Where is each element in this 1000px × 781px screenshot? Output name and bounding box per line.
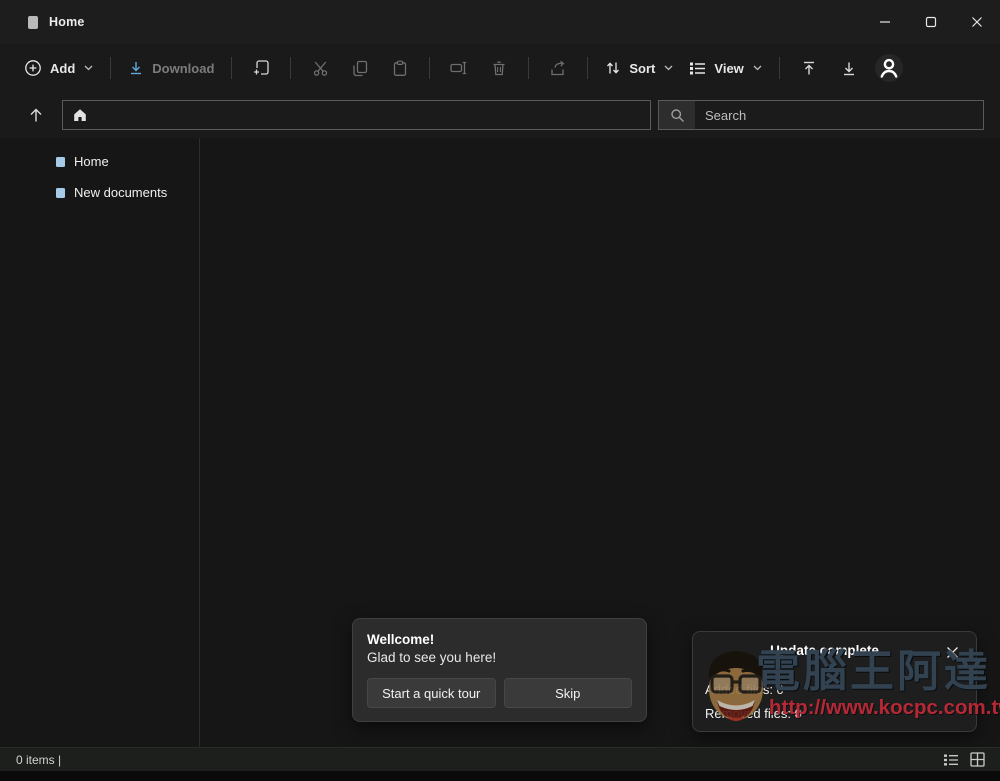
window-controls — [862, 0, 1000, 44]
navigate-up-button[interactable] — [20, 99, 52, 131]
sidebar: Home New documents — [0, 138, 200, 747]
pull-download-icon — [841, 60, 857, 77]
close-icon — [971, 16, 983, 28]
chevron-down-icon — [84, 65, 93, 71]
statusbar: 0 items | — [0, 747, 1000, 771]
toolbar-separator — [231, 57, 232, 79]
folder-icon — [56, 157, 65, 167]
delete-button[interactable] — [479, 51, 519, 85]
pull-download-button[interactable] — [829, 51, 869, 85]
notification-close-button[interactable] — [942, 642, 962, 662]
sort-button[interactable]: Sort — [597, 54, 681, 82]
cut-button[interactable] — [300, 51, 340, 85]
toolbar-separator — [779, 57, 780, 79]
toolbar-separator — [429, 57, 430, 79]
clipboard-icon — [392, 60, 408, 77]
start-tour-button[interactable]: Start a quick tour — [367, 678, 496, 708]
add-label: Add — [50, 61, 75, 76]
maximize-icon — [925, 16, 937, 28]
profile-button[interactable] — [869, 49, 909, 87]
add-button[interactable]: Add — [16, 53, 101, 83]
statusbar-view-toggles — [942, 752, 986, 768]
added-files-text: Added files: 0 — [705, 682, 784, 697]
grid-view-button[interactable] — [968, 752, 986, 768]
sort-label: Sort — [629, 61, 655, 76]
removed-files-text: Removed files: 0 — [705, 706, 802, 721]
toolbar: Add Download — [0, 44, 1000, 92]
app-window: Home Add Download — [0, 0, 1000, 781]
search-input[interactable] — [695, 101, 983, 129]
toolbar-separator — [290, 57, 291, 79]
tab-document-icon — [28, 16, 38, 29]
search-icon — [659, 101, 695, 129]
welcome-popup: Wellcome! Glad to see you here! Start a … — [352, 618, 647, 722]
notification-title: Update complete — [723, 643, 926, 658]
rename-button[interactable] — [439, 51, 479, 85]
trash-icon — [491, 60, 507, 77]
items-count-text: 0 items | — [16, 753, 61, 767]
folder-icon — [56, 188, 65, 198]
home-icon — [63, 101, 97, 129]
new-item-icon — [252, 59, 271, 77]
tab-home[interactable]: Home — [0, 0, 85, 44]
close-icon — [946, 646, 959, 659]
maximize-button[interactable] — [908, 0, 954, 44]
chevron-down-icon — [753, 65, 762, 71]
download-label: Download — [152, 61, 214, 76]
search-box — [658, 100, 984, 130]
rename-icon — [450, 60, 468, 76]
upload-button[interactable] — [789, 51, 829, 85]
toolbar-separator — [587, 57, 588, 79]
welcome-buttons: Start a quick tour Skip — [367, 678, 632, 708]
tab-label: Home — [49, 15, 85, 29]
minimize-icon — [879, 16, 891, 28]
copy-button[interactable] — [340, 51, 380, 85]
new-item-button[interactable] — [241, 51, 281, 85]
view-button[interactable]: View — [681, 55, 769, 82]
download-icon — [128, 60, 144, 76]
details-view-icon — [943, 753, 959, 767]
minimize-button[interactable] — [862, 0, 908, 44]
address-bar[interactable] — [62, 100, 651, 130]
sidebar-item-label: Home — [74, 154, 109, 169]
toolbar-separator — [110, 57, 111, 79]
up-arrow-icon — [27, 106, 45, 124]
update-notification: Update complete Added files: 0 Removed f… — [692, 631, 977, 732]
grid-view-icon — [970, 752, 985, 767]
close-button[interactable] — [954, 0, 1000, 44]
sidebar-item-new-documents[interactable]: New documents — [0, 177, 199, 208]
profile-circle — [875, 54, 903, 82]
sidebar-item-label: New documents — [74, 185, 167, 200]
share-icon — [549, 60, 567, 77]
details-view-button[interactable] — [942, 752, 960, 768]
view-label: View — [714, 61, 743, 76]
window-bottom-edge — [0, 771, 1000, 781]
person-icon — [877, 56, 901, 80]
chevron-down-icon — [664, 65, 673, 71]
paste-button[interactable] — [380, 51, 420, 85]
copy-icon — [352, 60, 368, 77]
skip-button[interactable]: Skip — [504, 678, 633, 708]
download-button[interactable]: Download — [120, 54, 222, 82]
upload-icon — [801, 60, 817, 77]
sort-arrows-icon — [605, 60, 621, 76]
welcome-subtitle: Glad to see you here! — [367, 650, 632, 665]
titlebar: Home — [0, 0, 1000, 44]
share-button[interactable] — [538, 51, 578, 85]
welcome-title: Wellcome! — [367, 632, 632, 647]
scissors-icon — [312, 60, 329, 77]
toolbar-separator — [528, 57, 529, 79]
sidebar-item-home[interactable]: Home — [0, 146, 199, 177]
plus-circle-icon — [24, 59, 42, 77]
address-row — [0, 92, 1000, 138]
list-view-icon — [689, 61, 706, 76]
